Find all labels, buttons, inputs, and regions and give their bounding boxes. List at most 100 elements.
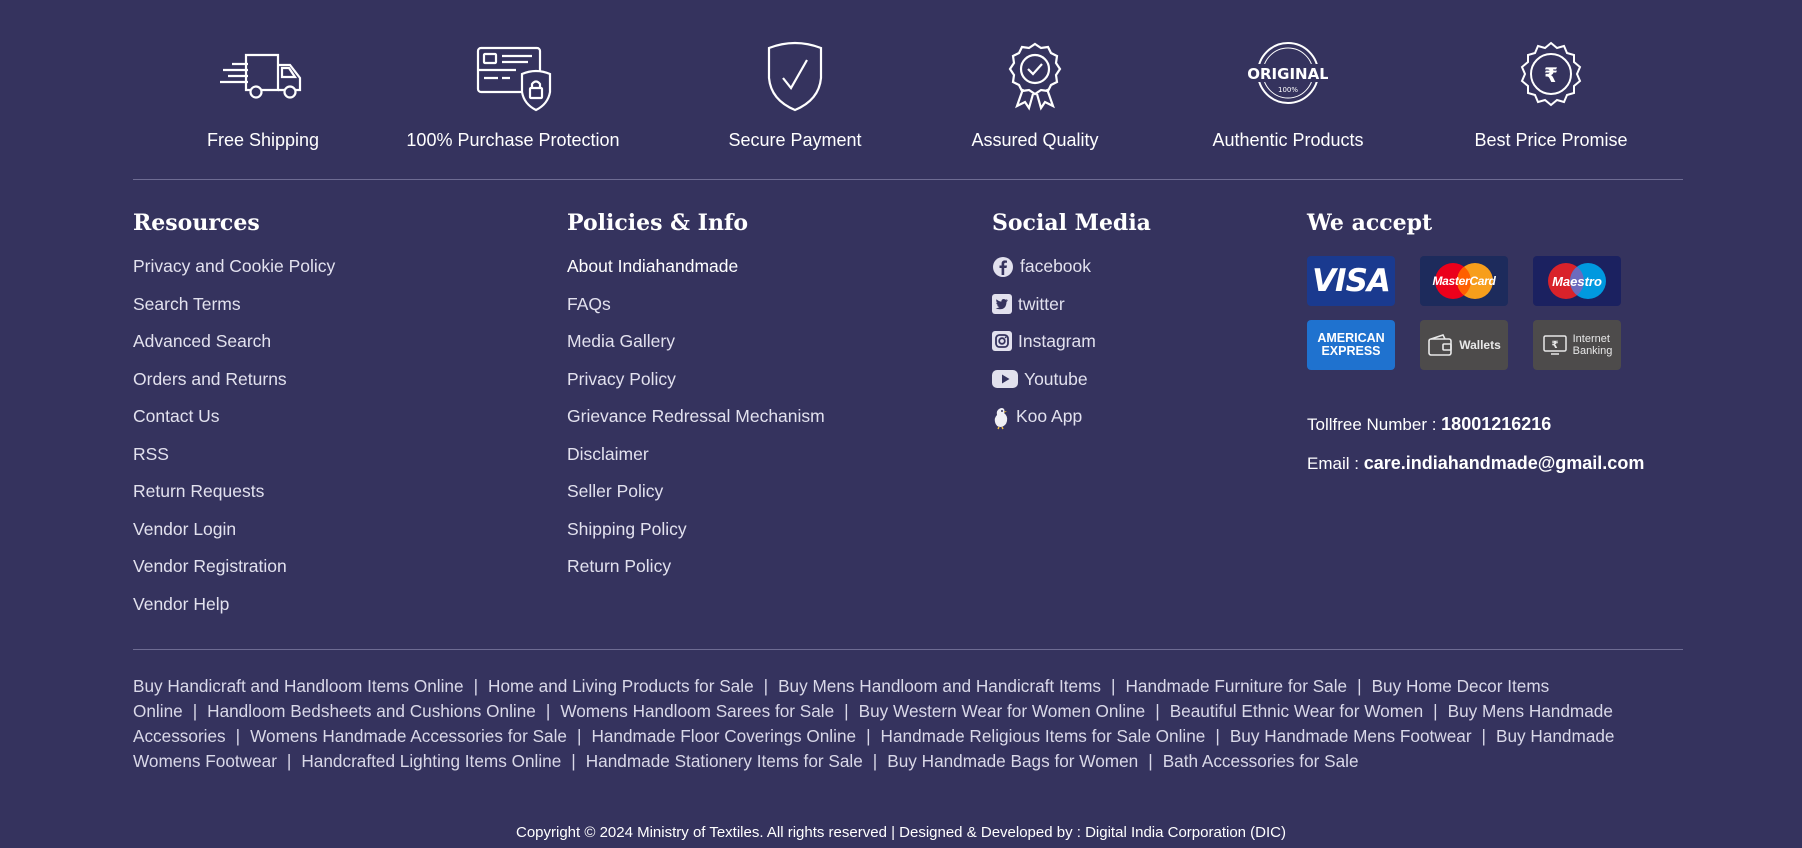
youtube-icon (992, 369, 1018, 388)
feature-label: Secure Payment (728, 130, 862, 150)
link-privacy-cookie-policy[interactable]: Privacy and Cookie Policy (133, 256, 335, 294)
social-link-twitter[interactable]: twitter (992, 293, 1151, 332)
link-search-terms[interactable]: Search Terms (133, 294, 335, 332)
feature-authentic-products: ORIGINAL 100% Authentic Products (1158, 40, 1418, 151)
separator: | (473, 676, 479, 696)
category-link[interactable]: Womens Handmade Accessories for Sale (250, 726, 567, 746)
link-rss[interactable]: RSS (133, 444, 335, 482)
link-vendor-registration[interactable]: Vendor Registration (133, 556, 335, 594)
separator: | (1357, 676, 1362, 696)
link-return-requests[interactable]: Return Requests (133, 481, 335, 519)
link-vendor-help[interactable]: Vendor Help (133, 594, 335, 632)
netbanking-icon: ₹ (1542, 335, 1567, 355)
separator: | (1215, 726, 1220, 746)
link-privacy-policy[interactable]: Privacy Policy (567, 369, 825, 407)
category-link[interactable]: Handmade Stationery Items for Sale (586, 751, 863, 771)
category-link[interactable]: Buy Western Wear for Women Online (859, 701, 1146, 721)
link-orders-returns[interactable]: Orders and Returns (133, 369, 335, 407)
svg-text:ORIGINAL: ORIGINAL (1248, 65, 1328, 83)
tollfree-number[interactable]: 18001216216 (1441, 414, 1551, 434)
category-link[interactable]: Buy Handicraft and Handloom Items Online (133, 676, 464, 696)
email-label: Email : (1307, 454, 1364, 473)
mastercard-card: MasterCard (1420, 256, 1508, 306)
link-shipping-policy[interactable]: Shipping Policy (567, 519, 825, 557)
amex-card: AMERICAN EXPRESS (1307, 320, 1395, 370)
separator: | (763, 676, 769, 696)
category-link[interactable]: Bath Accessories for Sale (1163, 751, 1359, 771)
link-return-policy[interactable]: Return Policy (567, 556, 825, 594)
email-address[interactable]: care.indiahandmade@gmail.com (1364, 453, 1645, 473)
payment-cards: VISA MasterCard Maestro AMERICAN EXPRESS… (1307, 256, 1644, 370)
best-price-badge-icon: ₹ (1421, 40, 1681, 120)
category-links: Buy Handicraft and Handloom Items Online… (133, 674, 1683, 774)
feature-best-price: ₹ Best Price Promise (1421, 40, 1681, 151)
category-link[interactable]: Handmade Religious Items for Sale Online (881, 726, 1206, 746)
feature-label: Best Price Promise (1474, 130, 1628, 150)
link-seller-policy[interactable]: Seller Policy (567, 481, 825, 519)
feature-label: Authentic Products (1212, 130, 1364, 150)
category-link[interactable]: Handmade Floor Coverings Online (591, 726, 856, 746)
category-link[interactable]: Buy Handmade Mens Footwear (1230, 726, 1472, 746)
quality-badge-icon (905, 40, 1165, 120)
separator: | (545, 701, 551, 721)
divider (133, 649, 1683, 650)
separator: | (576, 726, 582, 746)
link-contact-us[interactable]: Contact Us (133, 406, 335, 444)
social-link-koo[interactable]: Koo App (992, 406, 1151, 444)
category-link[interactable]: Womens Handloom Sarees for Sale (560, 701, 834, 721)
category-link[interactable]: Handmade Furniture for Sale (1125, 676, 1347, 696)
category-link[interactable]: Home and Living Products for Sale (488, 676, 754, 696)
link-grievance-redressal[interactable]: Grievance Redressal Mechanism (567, 406, 825, 444)
category-link[interactable]: Handloom Bedsheets and Cushions Online (207, 701, 536, 721)
social-label: Instagram (1018, 331, 1096, 351)
social-list: facebook twitter Instagram Youtube Koo A… (992, 256, 1151, 444)
category-link[interactable]: Buy Mens Handloom and Handicraft Items (778, 676, 1101, 696)
feature-free-shipping: Free Shipping (133, 40, 393, 151)
policies-list: About Indiahandmade FAQs Media Gallery P… (567, 256, 825, 594)
separator: | (571, 751, 576, 771)
separator: | (1155, 701, 1160, 721)
separator: | (866, 726, 871, 746)
social-heading: Social Media (992, 210, 1151, 236)
feature-purchase-protection: 100% Purchase Protection (383, 40, 643, 151)
link-faqs[interactable]: FAQs (567, 294, 825, 332)
separator: | (844, 701, 849, 721)
svg-text:₹: ₹ (1544, 63, 1558, 87)
payments-heading: We accept (1307, 210, 1433, 236)
resources-column: Resources Privacy and Cookie Policy Sear… (133, 208, 335, 631)
social-link-youtube[interactable]: Youtube (992, 369, 1151, 407)
separator: | (286, 751, 292, 771)
koo-icon (994, 408, 1008, 430)
separator: | (235, 726, 241, 746)
maestro-card: Maestro (1533, 256, 1621, 306)
separator: | (1433, 701, 1438, 721)
wallets-card: Wallets (1420, 320, 1508, 370)
netbanking-card: ₹ Internet Banking (1533, 320, 1621, 370)
visa-label: VISA (1312, 263, 1391, 299)
social-link-instagram[interactable]: Instagram (992, 331, 1151, 369)
footer: Free Shipping 100% Purchase Protection S… (0, 0, 1802, 848)
link-disclaimer[interactable]: Disclaimer (567, 444, 825, 482)
social-label: twitter (1018, 293, 1065, 314)
separator: | (192, 701, 198, 721)
separator: | (1481, 726, 1487, 746)
netbanking-label-line2: Banking (1572, 345, 1613, 357)
category-link[interactable]: Handcrafted Lighting Items Online (301, 751, 561, 771)
svg-text:₹: ₹ (1551, 340, 1558, 351)
wallet-icon (1428, 334, 1453, 356)
link-about-indiahandmade[interactable]: About Indiahandmade (567, 256, 825, 294)
social-label: Koo App (1016, 406, 1083, 426)
netbanking-label-line1: Internet (1572, 333, 1610, 345)
link-vendor-login[interactable]: Vendor Login (133, 519, 335, 557)
link-advanced-search[interactable]: Advanced Search (133, 331, 335, 369)
features-strip: Free Shipping 100% Purchase Protection S… (133, 40, 1683, 160)
social-label: facebook (1020, 256, 1092, 276)
category-link[interactable]: Beautiful Ethnic Wear for Women (1170, 701, 1423, 721)
category-link[interactable]: Buy Handmade Bags for Women (887, 751, 1138, 771)
feature-label: 100% Purchase Protection (406, 130, 620, 150)
social-link-facebook[interactable]: facebook (992, 256, 1151, 294)
link-media-gallery[interactable]: Media Gallery (567, 331, 825, 369)
svg-text:100%: 100% (1278, 86, 1298, 94)
twitter-icon (992, 293, 1012, 314)
original-stamp-icon: ORIGINAL 100% (1158, 40, 1418, 120)
